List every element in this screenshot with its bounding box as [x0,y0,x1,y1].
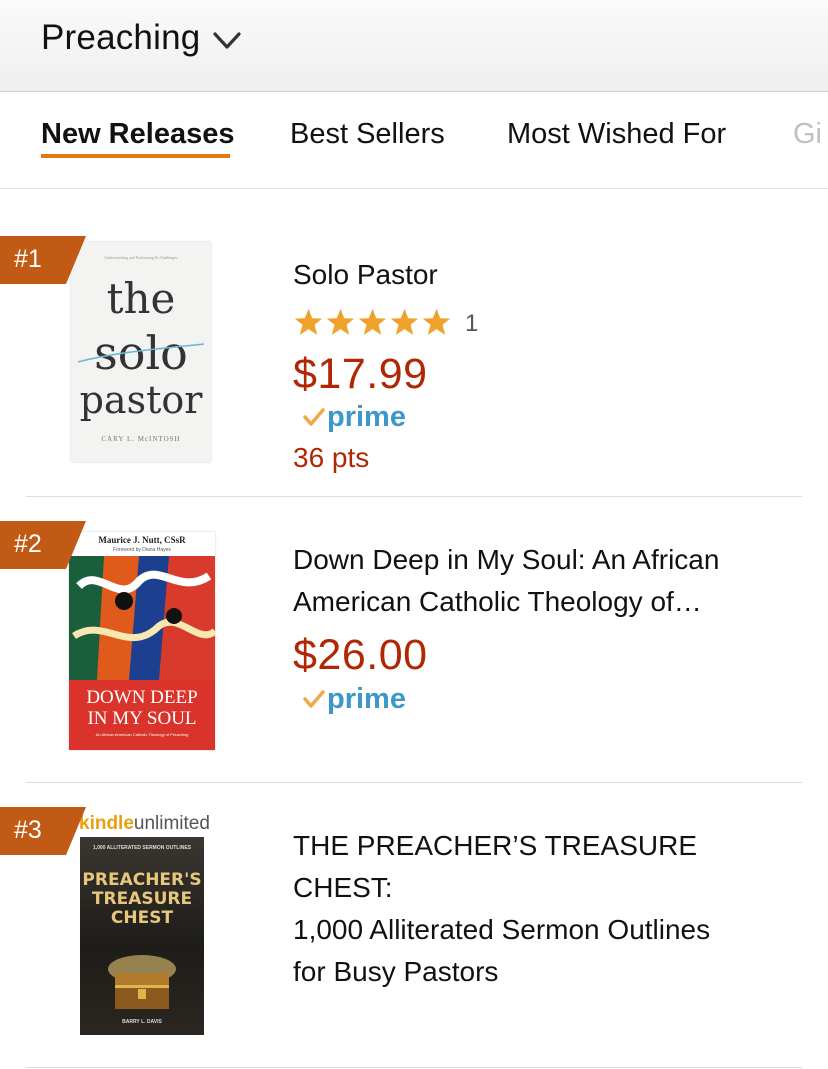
product-title[interactable]: Down Deep in My Soul: An African America… [293,539,793,623]
cover-title-line2: IN MY SOUL [87,708,197,729]
item-divider [26,1067,802,1068]
cover-foreword: Foreword by Diana Hayes [113,547,171,553]
tab-new-releases[interactable]: New Releases [41,118,234,151]
rank-label: #3 [14,816,42,844]
product-title-line2: American Catholic Theology of… [293,586,702,617]
prime-label: prime [327,682,406,715]
unlimited-label: unlimited [133,813,210,834]
star-icon [358,308,387,335]
category-header[interactable]: Preaching [0,0,828,92]
list-item[interactable]: Understanding and Performing Its Challen… [0,190,828,497]
tab-best-sellers[interactable]: Best Sellers [290,118,445,151]
star-icon [390,308,419,335]
cover-artwork [69,556,215,680]
cover-title-line2: TREASURE [91,889,193,909]
prime-badge: prime [303,399,406,435]
category-title[interactable]: Preaching [41,18,200,58]
rank-label: #2 [14,530,42,558]
product-title[interactable]: THE PREACHER’S TREASURE CHEST: 1,000 All… [293,825,793,993]
cover-top-text: 1,000 ALLITERATED SERMON OUTLINES [92,845,192,851]
product-title[interactable]: Solo Pastor [293,254,793,296]
reward-points: 36 pts [293,442,370,473]
cover-subtitle: An African American Catholic Theology of… [95,732,189,737]
product-title-line1: Down Deep in My Soul: An African [293,544,720,575]
list-item[interactable]: Maurice J. Nutt, CSsR Foreword by Diana … [0,497,828,783]
price: $26.00 [293,631,428,679]
star-icon [294,308,323,335]
cover-title-line1: PREACHER'S [82,870,202,890]
cover-title-line3: CHEST [110,908,174,928]
tab-gift-ideas[interactable]: Gi [793,118,822,151]
prime-badge: prime [303,681,406,717]
book-cover-image[interactable]: 1,000 ALLITERATED SERMON OUTLINES PREACH… [80,837,204,1035]
chevron-down-icon[interactable] [212,30,242,52]
rank-badge: #1 [0,236,86,284]
star-icon [326,308,355,335]
rating-stars[interactable]: 1 [293,306,478,338]
cover-word-pastor: pastor [79,378,203,422]
cover-word-the: the [106,274,176,323]
treasure-chest-icon [108,955,176,1009]
rank-badge: #3 [0,807,86,855]
check-icon [303,408,325,426]
cover-author: Maurice J. Nutt, CSsR [98,535,186,545]
product-title-line1: THE PREACHER’S TREASURE CHEST: [293,830,698,903]
prime-label: prime [327,400,406,433]
star-icon [422,308,451,335]
price: $17.99 [293,350,428,398]
kindle-label: kindle [79,813,134,834]
cover-swoosh [77,343,205,363]
cover-author: CARY L. McINTOSH [101,435,181,443]
rank-badge: #2 [0,521,86,569]
product-title-line3: for Busy Pastors [293,956,499,987]
cover-author: BARRY L. DAVIS [122,1019,162,1025]
cover-tagline: Understanding and Performing Its Challen… [104,255,178,260]
review-count[interactable]: 1 [465,310,478,338]
book-cover-image[interactable]: Maurice J. Nutt, CSsR Foreword by Diana … [69,532,215,750]
kindle-unlimited-badge: kindleunlimited [79,813,210,835]
list-item[interactable]: kindleunlimited 1,000 ALLITERATED SERMON… [0,783,828,1068]
tab-most-wished-for[interactable]: Most Wished For [507,118,726,151]
cover-title-line1: DOWN DEEP [86,687,198,708]
check-icon [303,690,325,708]
rank-label: #1 [14,245,42,273]
product-title-line2: 1,000 Alliterated Sermon Outlines [293,914,711,945]
tab-bar: New Releases Best Sellers Most Wished Fo… [0,92,828,189]
active-tab-indicator [41,154,230,158]
book-cover-image[interactable]: Understanding and Performing Its Challen… [71,242,211,462]
